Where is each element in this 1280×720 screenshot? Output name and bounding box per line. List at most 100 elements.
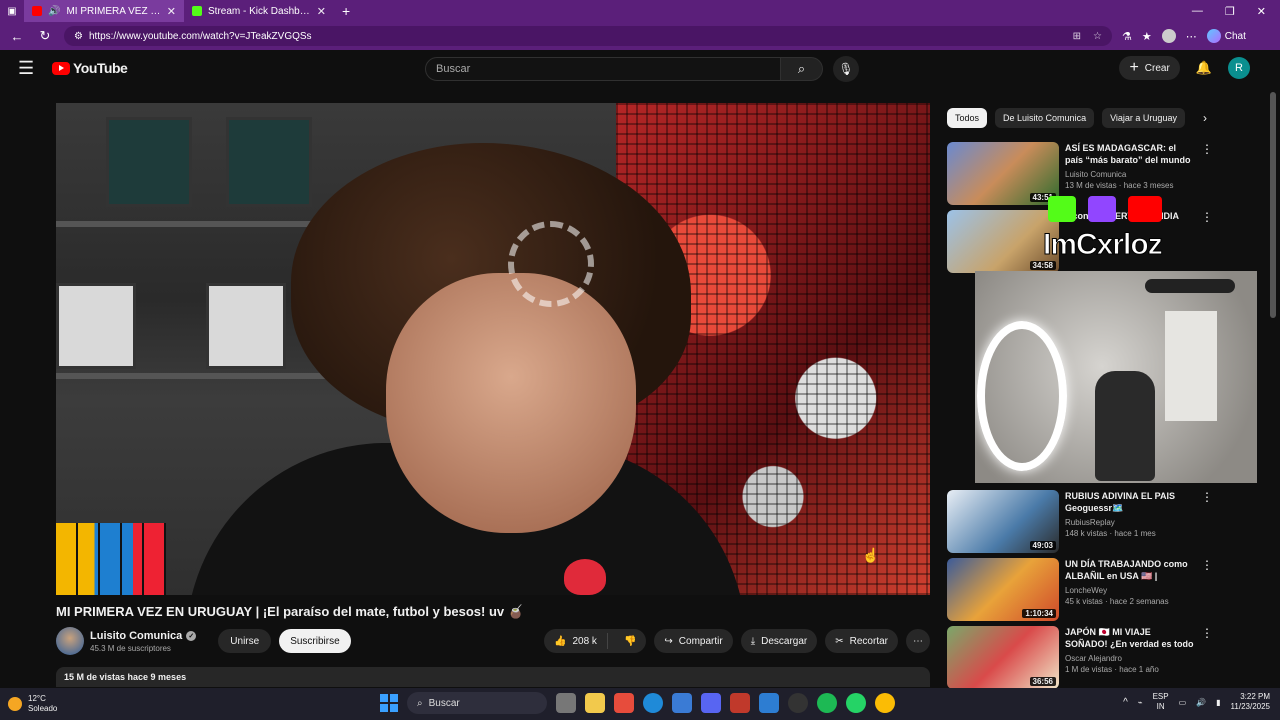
scrollbar-thumb[interactable]: [1270, 92, 1276, 318]
download-button[interactable]: ⤓ Descargar: [740, 629, 818, 653]
weather-widget[interactable]: 12°C Soleado: [8, 694, 57, 714]
obs-icon[interactable]: [788, 693, 808, 713]
edge-icon[interactable]: [643, 693, 663, 713]
extensions-icon[interactable]: ⚗: [1122, 30, 1132, 43]
video-thumbnail[interactable]: 43:51: [947, 142, 1059, 205]
file-explorer-icon[interactable]: [585, 693, 605, 713]
maximize-icon[interactable]: ❐: [1225, 5, 1235, 18]
task-view-icon[interactable]: [556, 693, 576, 713]
battery-icon[interactable]: ▮: [1216, 698, 1220, 707]
recommendation-item[interactable]: 1:10:34 UN DÍA TRABAJANDO como ALBAÑIL e…: [947, 558, 1267, 622]
profile-icon[interactable]: [1161, 29, 1176, 43]
twitch-logo-icon: [1088, 196, 1116, 222]
copilot-chat-button[interactable]: Chat: [1206, 29, 1246, 43]
refresh-icon[interactable]: ↻: [36, 28, 54, 44]
store-icon[interactable]: [614, 693, 634, 713]
search-button[interactable]: ⌕: [781, 57, 823, 81]
sun-icon: [8, 697, 22, 711]
tab-youtube[interactable]: 🔊 MI PRIMERA VEZ EN URUGUAY | ¡El paraís…: [24, 0, 184, 22]
spotify-icon[interactable]: [817, 693, 837, 713]
clock[interactable]: 3:22 PM 11/23/2025: [1231, 692, 1270, 712]
taskbar-search[interactable]: ⌕ Buscar: [407, 692, 547, 714]
more-vert-icon[interactable]: ⋮: [1201, 210, 1213, 274]
show-hidden-icons[interactable]: ^: [1123, 697, 1128, 708]
recommendation-channel[interactable]: Oscar Alejandro: [1065, 654, 1195, 663]
duration-badge: 49:03: [1029, 541, 1056, 550]
recommendation-channel[interactable]: RubiusReplay: [1065, 518, 1195, 527]
download-label: Descargar: [761, 635, 808, 647]
recommendation-title[interactable]: RUBIUS ADIVINA EL PAIS Geoguessr🗺️: [1065, 490, 1195, 514]
minimize-icon[interactable]: —: [1192, 5, 1203, 18]
chrome-icon[interactable]: [875, 693, 895, 713]
join-button[interactable]: Unirse: [218, 629, 272, 653]
more-vert-icon[interactable]: ⋮: [1201, 626, 1213, 690]
subscribe-button[interactable]: Suscribirse: [279, 629, 351, 653]
more-vert-icon[interactable]: ⋮: [1201, 142, 1213, 206]
chip-uruguay[interactable]: Viajar a Uruguay: [1102, 108, 1185, 128]
create-label: Crear: [1144, 62, 1170, 74]
close-tab-icon[interactable]: ✕: [317, 5, 326, 18]
language-indicator[interactable]: ESP IN: [1153, 692, 1169, 712]
like-button[interactable]: 👍 208 k: [544, 633, 608, 649]
page-scrollbar[interactable]: [1270, 86, 1276, 686]
usb-icon[interactable]: ⌁: [1138, 698, 1143, 707]
new-tab-button[interactable]: +: [334, 3, 358, 19]
whatsapp-icon[interactable]: [846, 693, 866, 713]
video-thumbnail[interactable]: 36:56: [947, 626, 1059, 689]
video-player[interactable]: ☝: [56, 103, 930, 595]
chip-channel[interactable]: De Luisito Comunica: [995, 108, 1095, 128]
apps-icon[interactable]: ⊞: [1073, 31, 1081, 42]
chevron-right-icon[interactable]: ›: [1203, 111, 1207, 125]
share-button[interactable]: ↪ Compartir: [654, 629, 733, 653]
more-vert-icon[interactable]: ⋮: [1201, 558, 1213, 622]
site-info-icon[interactable]: ⚙: [74, 31, 83, 42]
keyboard-layout: IN: [1156, 702, 1165, 711]
dislike-button[interactable]: 👎: [614, 636, 646, 647]
display-box: [226, 117, 312, 207]
vscode-icon[interactable]: [759, 693, 779, 713]
channel-name-row[interactable]: Luisito Comunica ✓: [90, 630, 197, 642]
tab-kick-dashboard[interactable]: Stream - Kick Dashboard ✕: [184, 0, 334, 22]
chip-all[interactable]: Todos: [947, 108, 988, 128]
windows-start-icon[interactable]: [380, 694, 398, 712]
search-input[interactable]: Buscar: [425, 57, 781, 81]
clip-button[interactable]: ✂ Recortar: [825, 629, 898, 653]
url-field[interactable]: ⚙ https://www.youtube.com/watch?v=JTeakZ…: [64, 26, 1112, 46]
favorites-icon[interactable]: ★: [1142, 30, 1152, 43]
recommendation-meta: 45 k vistas · hace 2 semanas: [1065, 597, 1169, 606]
recommendation-title[interactable]: ASÍ ES MADAGASCAR: el país “más barato” …: [1065, 142, 1195, 166]
recommendation-item[interactable]: 49:03 RUBIUS ADIVINA EL PAIS Geoguessr🗺️…: [947, 490, 1267, 554]
close-window-icon[interactable]: ✕: [1257, 5, 1266, 18]
description-box[interactable]: 15 M de vistas hace 9 meses: [56, 667, 930, 687]
video-thumbnail[interactable]: 49:03: [947, 490, 1059, 553]
discord-icon[interactable]: [701, 693, 721, 713]
tab-actions-icon[interactable]: ▣: [0, 6, 24, 17]
back-icon[interactable]: ←: [8, 29, 26, 44]
media-app-icon[interactable]: [730, 693, 750, 713]
create-button[interactable]: + Crear: [1119, 56, 1180, 80]
channel-name[interactable]: Luisito Comunica: [90, 630, 182, 642]
more-actions-button[interactable]: ⋯: [906, 629, 930, 653]
recommendation-channel[interactable]: Luisito Comunica: [1065, 170, 1195, 179]
voice-search-button[interactable]: 🎙: [833, 56, 859, 82]
close-tab-icon[interactable]: ✕: [167, 5, 176, 18]
more-vert-icon[interactable]: ⋮: [1201, 490, 1213, 554]
recommendation-title[interactable]: JAPÓN 🇯🇵 MI VIAJE SOÑADO! ¿En verdad es …: [1065, 626, 1195, 650]
video-thumbnail[interactable]: 1:10:34: [947, 558, 1059, 621]
account-avatar[interactable]: R: [1228, 57, 1250, 79]
notifications-bell-icon[interactable]: 🔔: [1196, 60, 1212, 76]
channel-avatar[interactable]: [56, 627, 84, 655]
youtube-logo[interactable]: YouTube: [52, 60, 128, 76]
address-bar-row: ← ↻ ⚙ https://www.youtube.com/watch?v=JT…: [0, 22, 1280, 50]
network-icon[interactable]: ▭: [1179, 698, 1187, 707]
menu-icon[interactable]: ☰: [18, 58, 42, 79]
view-count-and-date: 15 M de vistas hace 9 meses: [64, 672, 187, 682]
recommendation-item[interactable]: 36:56 JAPÓN 🇯🇵 MI VIAJE SOÑADO! ¿En verd…: [947, 626, 1267, 690]
recommendation-title[interactable]: UN DÍA TRABAJANDO como ALBAÑIL en USA 🇺🇸…: [1065, 558, 1195, 582]
favorite-star-icon[interactable]: ☆: [1093, 31, 1102, 42]
volume-icon[interactable]: 🔊: [1196, 698, 1206, 707]
scissors-icon: ✂: [835, 635, 844, 647]
recommendation-channel[interactable]: LoncheWey: [1065, 586, 1195, 595]
more-menu-icon[interactable]: ⋯: [1186, 30, 1197, 43]
mail-icon[interactable]: [672, 693, 692, 713]
